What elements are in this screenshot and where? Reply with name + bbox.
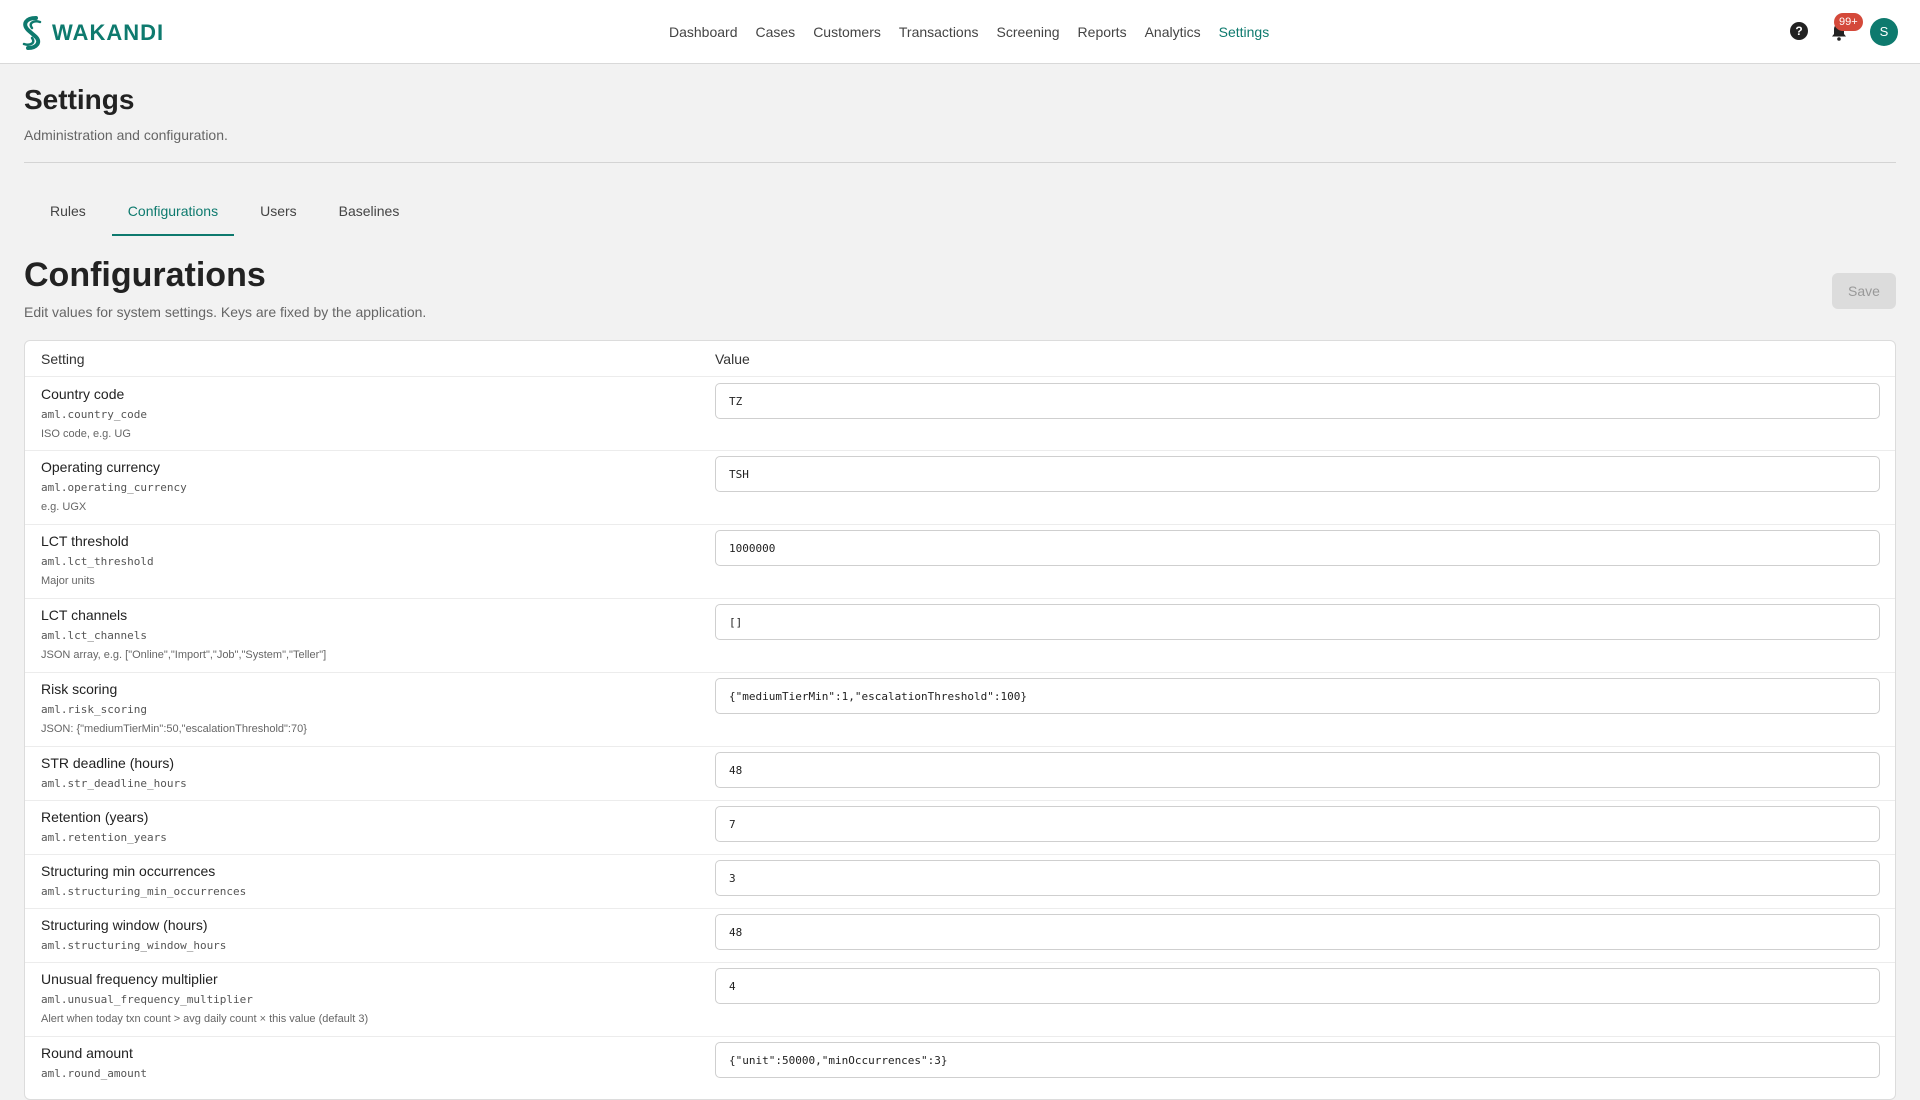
tab-baselines[interactable]: Baselines xyxy=(323,190,416,236)
setting-label: Country code xyxy=(41,386,125,402)
nav-customers[interactable]: Customers xyxy=(813,24,881,40)
setting-label: Risk scoring xyxy=(41,681,118,697)
setting-value-input[interactable] xyxy=(715,604,1880,640)
setting-value-input[interactable] xyxy=(715,530,1880,566)
table-row: LCT threshold aml.lct_threshold Major un… xyxy=(25,525,1895,599)
app-logo[interactable]: WAKANDI xyxy=(16,14,164,52)
tab-rules[interactable]: Rules xyxy=(34,190,102,236)
setting-value-input[interactable] xyxy=(715,860,1880,896)
setting-value-input[interactable] xyxy=(715,914,1880,950)
nav-screening[interactable]: Screening xyxy=(997,24,1060,40)
table-row: LCT channels aml.lct_channels JSON array… xyxy=(25,599,1895,673)
tab-configurations[interactable]: Configurations xyxy=(111,190,235,236)
setting-hint: ISO code, e.g. UG xyxy=(41,428,131,440)
tab-users[interactable]: Users xyxy=(244,190,313,236)
setting-label: Retention (years) xyxy=(41,809,149,825)
setting-label: Round amount xyxy=(41,1045,133,1061)
setting-key: aml.structuring_window_hours xyxy=(41,939,227,952)
setting-value-input[interactable] xyxy=(715,678,1880,714)
setting-label: Structuring min occurrences xyxy=(41,863,216,879)
setting-key: aml.lct_channels xyxy=(41,629,147,642)
setting-label: Operating currency xyxy=(41,459,161,475)
section-title: Configurations xyxy=(24,256,266,294)
setting-key: aml.risk_scoring xyxy=(41,703,147,716)
wakandi-logo-icon xyxy=(22,16,42,50)
setting-value-input[interactable] xyxy=(715,806,1880,842)
setting-key: aml.structuring_min_occurrences xyxy=(41,885,247,898)
table-row: Unusual frequency multiplier aml.unusual… xyxy=(25,963,1895,1037)
table-header: Setting Value xyxy=(25,341,1895,377)
table-row: Round amount aml.round_amount xyxy=(25,1037,1895,1099)
table-row: Operating currency aml.operating_currenc… xyxy=(25,451,1895,525)
column-header-value: Value xyxy=(715,351,750,367)
nav-analytics[interactable]: Analytics xyxy=(1145,24,1201,40)
setting-value-input[interactable] xyxy=(715,456,1880,492)
column-header-setting: Setting xyxy=(41,351,85,367)
setting-key: aml.retention_years xyxy=(41,831,167,844)
setting-value-input[interactable] xyxy=(715,752,1880,788)
setting-key: aml.operating_currency xyxy=(41,481,187,494)
setting-label: Structuring window (hours) xyxy=(41,917,208,933)
section-subtitle: Edit values for system settings. Keys ar… xyxy=(24,304,427,320)
table-row: STR deadline (hours) aml.str_deadline_ho… xyxy=(25,747,1895,801)
nav-transactions[interactable]: Transactions xyxy=(899,24,979,40)
setting-key: aml.unusual_frequency_multiplier xyxy=(41,993,253,1006)
setting-key: aml.country_code xyxy=(41,408,147,421)
setting-hint: Major units xyxy=(41,575,95,587)
configurations-table: Setting Value Country code aml.country_c… xyxy=(24,340,1896,1100)
setting-hint: e.g. UGX xyxy=(41,501,87,513)
nav-settings[interactable]: Settings xyxy=(1219,24,1270,40)
table-row: Structuring window (hours) aml.structuri… xyxy=(25,909,1895,963)
table-row: Country code aml.country_code ISO code, … xyxy=(25,378,1895,451)
setting-label: LCT channels xyxy=(41,607,128,623)
table-row: Retention (years) aml.retention_years xyxy=(25,801,1895,855)
settings-tabs: Rules Configurations Users Baselines xyxy=(34,190,425,236)
table-row: Structuring min occurrences aml.structur… xyxy=(25,855,1895,909)
setting-hint: Alert when today txn count > avg daily c… xyxy=(41,1013,369,1025)
setting-key: aml.str_deadline_hours xyxy=(41,777,187,790)
setting-key: aml.round_amount xyxy=(41,1067,147,1080)
user-avatar[interactable]: S xyxy=(1870,18,1898,46)
setting-key: aml.lct_threshold xyxy=(41,555,154,568)
setting-label: STR deadline (hours) xyxy=(41,755,175,771)
app-name: WAKANDI xyxy=(52,20,165,45)
help-icon[interactable]: ? xyxy=(1790,22,1808,40)
main-nav: Dashboard Cases Customers Transactions S… xyxy=(669,0,1287,64)
nav-dashboard[interactable]: Dashboard xyxy=(669,24,738,40)
top-bar: WAKANDI Dashboard Cases Customers Transa… xyxy=(0,0,1920,64)
save-button[interactable]: Save xyxy=(1832,273,1896,309)
divider xyxy=(24,162,1896,163)
setting-label: Unusual frequency multiplier xyxy=(41,971,218,987)
nav-cases[interactable]: Cases xyxy=(756,24,796,40)
page-subtitle: Administration and configuration. xyxy=(24,127,228,143)
notification-badge: 99+ xyxy=(1834,13,1863,31)
table-body: Country code aml.country_code ISO code, … xyxy=(25,378,1895,1099)
setting-hint: JSON array, e.g. ["Online","Import","Job… xyxy=(41,649,327,661)
setting-value-input[interactable] xyxy=(715,1042,1880,1078)
setting-value-input[interactable] xyxy=(715,383,1880,419)
nav-reports[interactable]: Reports xyxy=(1078,24,1127,40)
setting-value-input[interactable] xyxy=(715,968,1880,1004)
page-title: Settings xyxy=(24,84,135,115)
setting-hint: JSON: {"mediumTierMin":50,"escalationThr… xyxy=(41,723,307,735)
table-row: Risk scoring aml.risk_scoring JSON: {"me… xyxy=(25,673,1895,747)
setting-label: LCT threshold xyxy=(41,533,129,549)
